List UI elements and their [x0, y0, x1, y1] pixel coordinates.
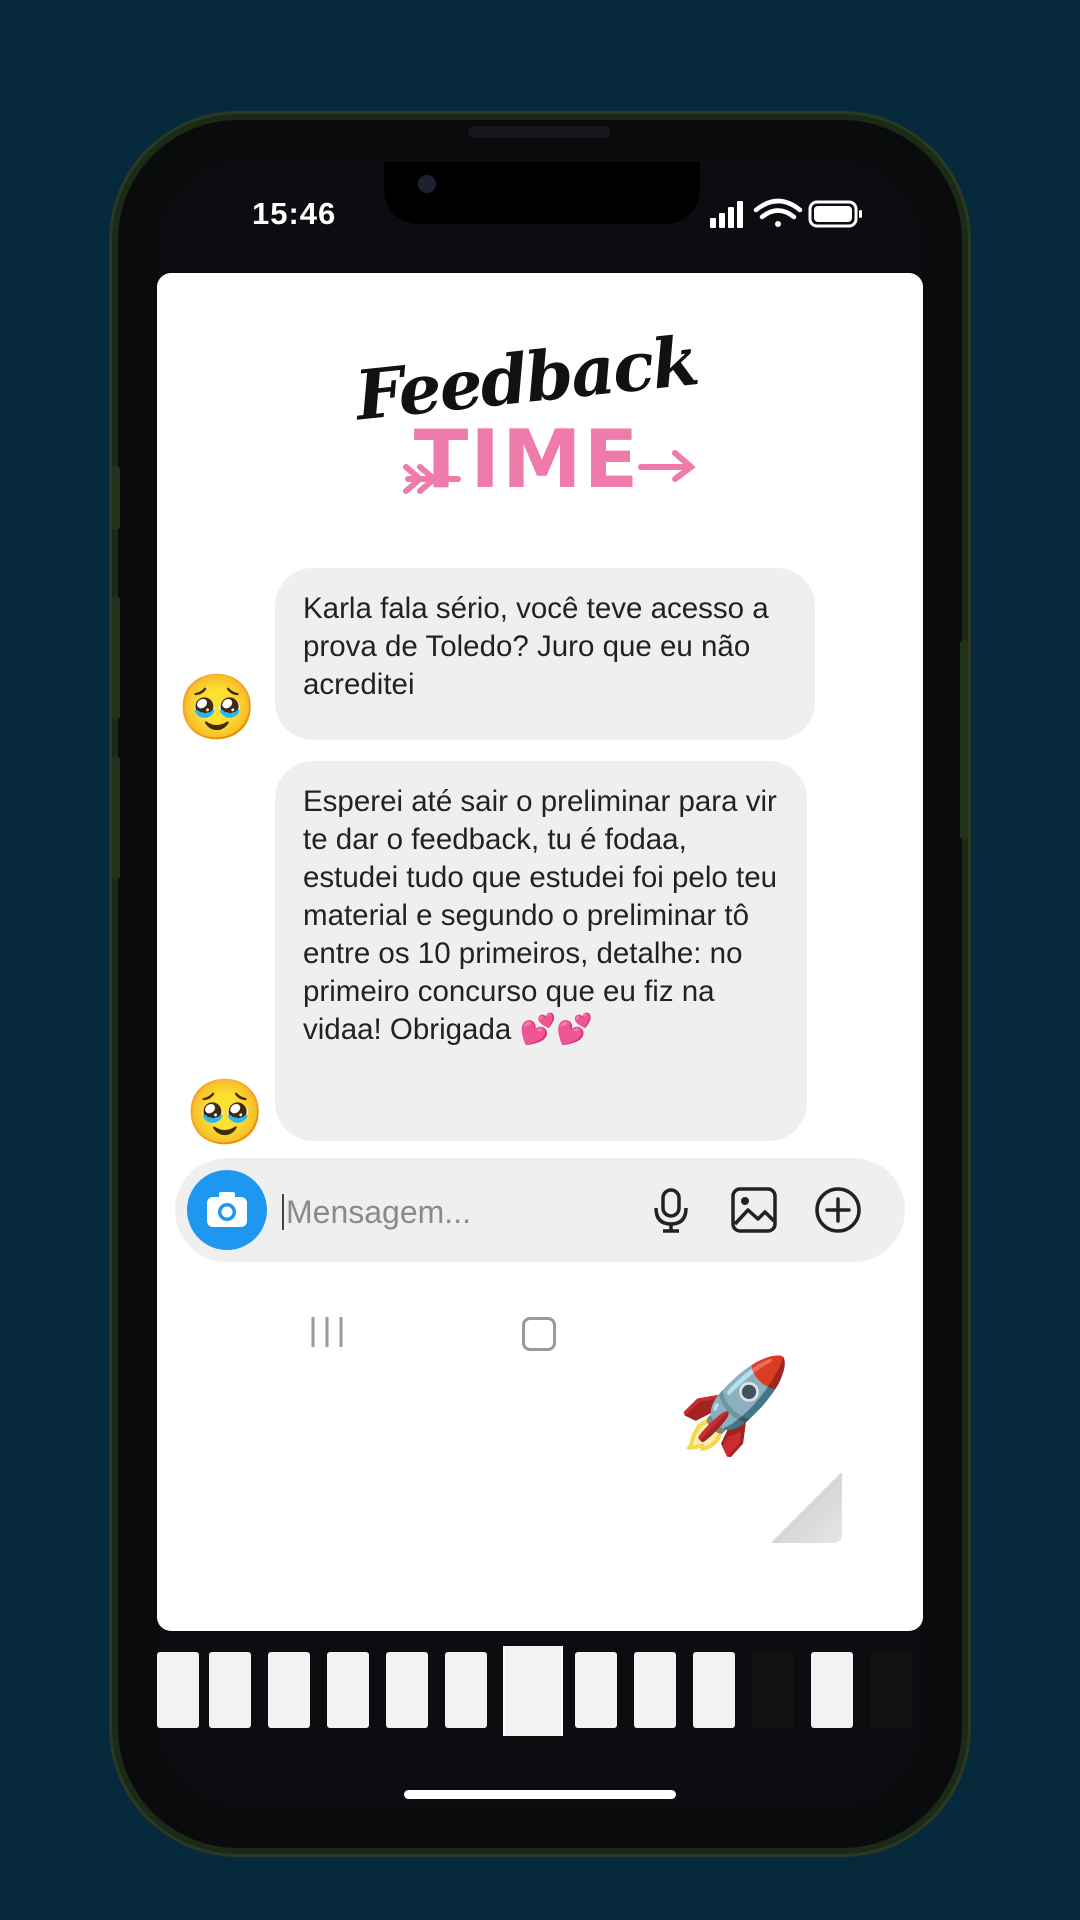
- story-card: Feedback TIME Karla fala sério, você tev…: [157, 273, 923, 1631]
- home-nav-icon[interactable]: [522, 1317, 556, 1351]
- volume-down-button: [112, 756, 120, 880]
- story-thumbnail-active[interactable]: [503, 1646, 563, 1736]
- camera-icon: [207, 1192, 247, 1227]
- time-title: TIME: [413, 413, 641, 506]
- story-thumbnail[interactable]: [157, 1652, 199, 1728]
- rocket-icon: 🚀: [677, 1355, 792, 1457]
- dynamic-island: [384, 162, 700, 224]
- story-thumbnail[interactable]: [327, 1652, 369, 1728]
- story-thumbnail-strip: [157, 1646, 923, 1736]
- story-thumbnail[interactable]: [634, 1652, 676, 1728]
- story-thumbnail[interactable]: [752, 1652, 794, 1728]
- recents-nav-icon[interactable]: [307, 1315, 347, 1349]
- battery-icon: [808, 200, 862, 228]
- mute-switch: [112, 466, 120, 530]
- story-thumbnail[interactable]: [268, 1652, 310, 1728]
- story-thumbnail[interactable]: [811, 1652, 853, 1728]
- status-time: 15:46: [252, 196, 337, 231]
- message-bubble-2: Esperei até sair o preliminar para vir t…: [275, 761, 807, 1141]
- status-icons: [710, 198, 862, 228]
- microphone-icon[interactable]: [645, 1184, 697, 1236]
- power-button: [960, 640, 968, 840]
- pleading-face-icon: 🥹: [185, 1076, 265, 1148]
- add-icon[interactable]: [812, 1184, 864, 1236]
- story-thumbnail[interactable]: [445, 1652, 487, 1728]
- front-camera: [418, 175, 436, 193]
- wifi-icon: [753, 198, 803, 227]
- pleading-face-icon: 🥹: [177, 671, 257, 743]
- story-thumbnail[interactable]: [575, 1652, 617, 1728]
- message-composer: Mensagem...: [175, 1158, 905, 1262]
- arrow-head-icon: [638, 450, 696, 482]
- home-indicator[interactable]: [404, 1790, 676, 1799]
- camera-button[interactable]: [187, 1170, 267, 1250]
- message-input[interactable]: Mensagem...: [282, 1194, 471, 1230]
- gallery-icon[interactable]: [728, 1184, 780, 1236]
- story-thumbnail[interactable]: [693, 1652, 735, 1728]
- story-thumbnail[interactable]: [209, 1652, 251, 1728]
- earpiece-speaker: [468, 126, 610, 138]
- story-thumbnail[interactable]: [870, 1652, 912, 1728]
- signal-icon: [710, 201, 743, 228]
- story-thumbnail[interactable]: [386, 1652, 428, 1728]
- volume-up-button: [112, 596, 120, 720]
- message-bubble-1: Karla fala sério, você teve acesso a pro…: [275, 568, 815, 740]
- page-curl: [772, 1473, 842, 1543]
